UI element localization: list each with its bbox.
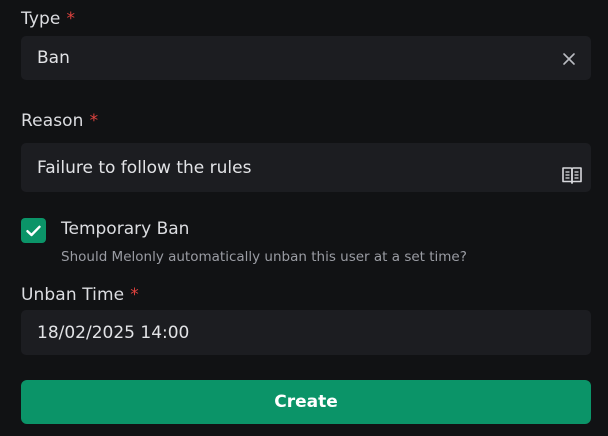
type-value: Ban [37,48,70,68]
required-mark: * [66,9,76,29]
unban-time-label: Unban Time * [21,285,139,305]
close-icon[interactable] [562,51,576,65]
unban-time-value: 18/02/2025 14:00 [37,322,190,343]
required-mark: * [89,111,99,131]
book-icon[interactable] [561,165,583,185]
required-mark: * [130,285,139,305]
unban-time-input[interactable]: 18/02/2025 14:00 [21,310,591,355]
type-label-text: Type [21,9,61,29]
reason-label-text: Reason [21,111,84,131]
unban-time-label-text: Unban Time [21,285,125,305]
temporary-ban-description: Should Melonly automatically unban this … [61,249,467,265]
reason-input[interactable]: Failure to follow the rules [21,143,591,192]
temporary-ban-checkbox[interactable] [21,218,46,243]
reason-label: Reason * [21,111,98,131]
type-select[interactable]: Ban [21,36,591,80]
create-button[interactable]: Create [21,380,591,424]
reason-value: Failure to follow the rules [37,157,252,178]
type-label: Type * [21,9,75,29]
create-punishment-form: Type * Ban Reason * Failure to follow the … [0,0,608,436]
temporary-ban-label[interactable]: Temporary Ban [61,219,189,239]
checkmark-icon [26,225,41,236]
